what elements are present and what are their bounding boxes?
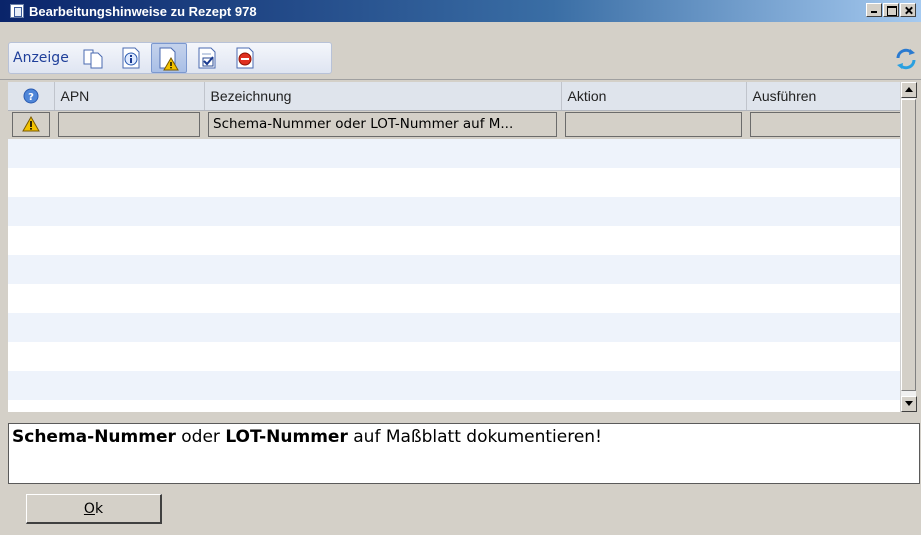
app-icon [10,4,24,18]
apn-cell[interactable] [54,110,204,139]
warning-document-icon [159,47,179,71]
column-header-status[interactable]: ? [8,82,55,111]
copy-pages-icon [83,49,103,69]
bezeichnung-cell[interactable]: Schema-Nummer oder LOT-Nummer auf M... [204,110,561,139]
empty-row [8,342,908,371]
detail-bold-3: LOT-Nummer [225,427,348,447]
warning-document-button[interactable] [150,43,187,73]
view-label: Anzeige [13,50,69,66]
detail-text-4: auf Maßblatt dokumentieren! [347,427,602,447]
column-header-bezeichnung[interactable]: Bezeichnung [204,82,562,111]
empty-row [8,197,908,226]
toolbar: Anzeige [0,22,921,80]
checked-document-icon [198,47,216,69]
empty-row [8,313,908,342]
empty-row [8,139,908,168]
title-bar[interactable]: Bearbeitungshinweise zu Rezept 978 [0,0,921,22]
empty-row [8,371,908,400]
table-row[interactable]: Schema-Nummer oder LOT-Nummer auf M... [8,110,908,139]
empty-row [8,226,908,255]
hints-grid: ? APN Bezeichnung Aktion Ausführen Schem… [8,82,917,412]
window-title: Bearbeitungshinweise zu Rezept 978 [29,3,257,19]
status-cell [8,110,54,139]
dialog-window: Bearbeitungshinweise zu Rezept 978 Anzei… [0,0,921,535]
stop-button[interactable] [227,43,263,73]
ausfuehren-cell[interactable] [746,110,908,139]
scroll-thumb[interactable] [901,99,916,391]
vertical-scrollbar[interactable] [900,82,917,412]
copy-pages-button[interactable] [75,43,111,73]
info-button[interactable] [113,43,149,73]
scroll-up-button[interactable] [901,82,917,98]
empty-row [8,255,908,284]
svg-text:?: ? [28,92,34,103]
column-header-apn[interactable]: APN [54,82,205,111]
window-controls [866,3,916,17]
info-icon [122,47,140,69]
stop-icon [236,47,254,69]
grid-header-row: ? APN Bezeichnung Aktion Ausführen [8,82,909,111]
scroll-down-button[interactable] [901,396,917,412]
hint-detail-text: Schema-Nummer oder LOT-Nummer auf Maßbla… [8,423,920,484]
detail-text-2: oder [175,427,226,447]
empty-row [8,284,908,313]
view-toolbar: Anzeige [8,42,332,74]
detail-bold-1: Schema-Nummer [12,427,176,447]
maximize-button[interactable] [883,3,899,17]
warning-icon [22,116,40,132]
column-header-aktion[interactable]: Aktion [561,82,747,111]
checked-document-button[interactable] [189,43,225,73]
ok-label-rest: k [94,500,104,517]
minimize-button[interactable] [866,3,882,17]
help-icon: ? [23,88,39,104]
ok-button[interactable]: Ok [26,494,162,524]
close-button[interactable] [900,3,916,17]
refresh-icon[interactable] [893,46,919,72]
aktion-cell[interactable] [561,110,746,139]
ok-mnemonic: O [83,500,95,517]
column-header-ausfuehren[interactable]: Ausführen [746,82,909,111]
empty-row [8,168,908,197]
